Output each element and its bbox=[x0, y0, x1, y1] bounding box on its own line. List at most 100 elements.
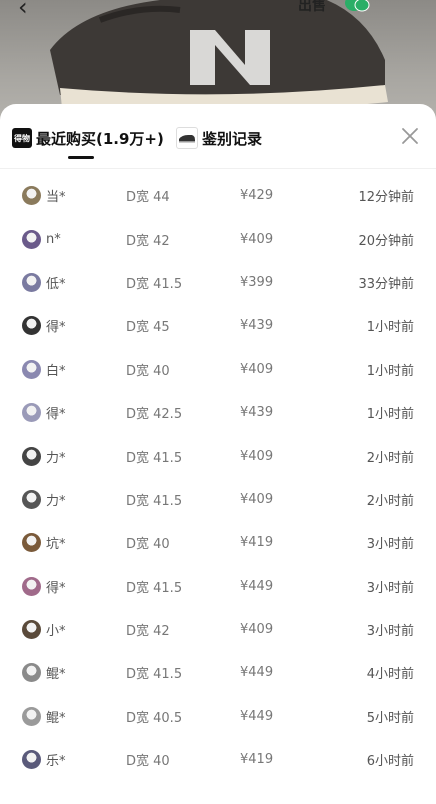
buyer-name: 力* bbox=[46, 493, 66, 509]
avatar bbox=[22, 229, 41, 249]
avatar bbox=[22, 316, 41, 336]
purchase-time: 12分钟前 bbox=[358, 190, 414, 206]
purchase-record-row: 鲲* D宽 40.5 ¥449 5小时前 bbox=[0, 695, 436, 738]
dewu-logo-icon: 得物 bbox=[12, 128, 32, 148]
purchase-time: 6小时前 bbox=[366, 754, 414, 770]
purchase-record-row: 得* D宽 41.5 ¥449 3小时前 bbox=[0, 565, 436, 608]
shoe-size: D宽 40 bbox=[126, 754, 170, 770]
sell-button[interactable]: 出售 bbox=[298, 0, 326, 15]
purchase-time: 2小时前 bbox=[366, 493, 414, 509]
shoe-size: D宽 44 bbox=[126, 190, 170, 206]
sale-price: ¥399 bbox=[240, 274, 274, 290]
more-icon[interactable]: ··· bbox=[398, 0, 422, 10]
avatar bbox=[22, 576, 41, 596]
divider bbox=[0, 168, 436, 169]
shoe-size: D宽 42 bbox=[126, 624, 170, 640]
buyer-name: 得* bbox=[46, 580, 66, 596]
purchase-record-row: 得* D宽 45 ¥439 1小时前 bbox=[0, 304, 436, 347]
buyer-name: 当* bbox=[46, 190, 66, 206]
buyer-name: 鲲* bbox=[46, 667, 66, 683]
chevron-left-icon[interactable]: ‹ bbox=[18, 0, 28, 19]
purchase-time: 20分钟前 bbox=[358, 233, 414, 249]
buyer-name: 得* bbox=[46, 320, 66, 336]
purchase-time: 1小时前 bbox=[366, 320, 414, 336]
sale-price: ¥449 bbox=[240, 578, 274, 594]
sale-price: ¥409 bbox=[240, 361, 274, 377]
purchase-record-row: 当* D宽 44 ¥429 12分钟前 bbox=[0, 174, 436, 217]
avatar bbox=[22, 620, 41, 640]
close-icon[interactable] bbox=[400, 126, 420, 146]
shoe-size: D宽 42.5 bbox=[126, 407, 183, 423]
purchase-record-row: 力* D宽 41.5 ¥409 2小时前 bbox=[0, 478, 436, 521]
sale-price: ¥439 bbox=[240, 318, 274, 334]
sale-price: ¥409 bbox=[240, 491, 274, 507]
purchase-record-row: 坑* D宽 40 ¥419 3小时前 bbox=[0, 521, 436, 564]
tab-label: 最近购买(1.9万+) bbox=[36, 129, 164, 148]
purchase-records-sheet: 得物 最近购买(1.9万+) 鉴别记录 当* D宽 44 ¥429 12分钟前 n* D宽… bbox=[0, 104, 436, 804]
sale-price: ¥449 bbox=[240, 708, 274, 724]
avatar bbox=[22, 663, 41, 683]
sale-price: ¥429 bbox=[240, 188, 274, 204]
tab-recent-purchases[interactable]: 得物 最近购买(1.9万+) bbox=[12, 124, 164, 152]
purchase-record-list: 当* D宽 44 ¥429 12分钟前 n* D宽 42 ¥409 20分钟前低* D宽 41.… bbox=[0, 174, 436, 781]
avatar bbox=[22, 489, 41, 509]
purchase-record-row: 低* D宽 41.5 ¥399 33分钟前 bbox=[0, 261, 436, 304]
purchase-record-row: 得* D宽 42.5 ¥439 1小时前 bbox=[0, 391, 436, 434]
buyer-name: n* bbox=[46, 231, 61, 247]
purchase-time: 1小时前 bbox=[366, 363, 414, 379]
purchase-record-row: n* D宽 42 ¥409 20分钟前 bbox=[0, 217, 436, 260]
purchase-time: 4小时前 bbox=[366, 667, 414, 683]
tab-label: 鉴别记录 bbox=[202, 129, 263, 148]
purchase-time: 1小时前 bbox=[366, 407, 414, 423]
active-tab-indicator bbox=[68, 156, 94, 159]
avatar bbox=[22, 750, 41, 770]
sale-price: ¥439 bbox=[240, 405, 274, 421]
avatar bbox=[22, 446, 41, 466]
purchase-time: 3小时前 bbox=[366, 580, 414, 596]
sneaker-image bbox=[50, 0, 388, 112]
sale-price: ¥419 bbox=[240, 535, 274, 551]
avatar bbox=[22, 186, 41, 206]
tab-bar: 得物 最近购买(1.9万+) 鉴别记录 bbox=[0, 104, 436, 168]
shoe-size: D宽 40 bbox=[126, 363, 170, 379]
purchase-time: 3小时前 bbox=[366, 624, 414, 640]
shoe-size: D宽 41.5 bbox=[126, 276, 183, 292]
shoe-size: D宽 40 bbox=[126, 537, 170, 553]
purchase-record-row: 白* D宽 40 ¥409 1小时前 bbox=[0, 348, 436, 391]
avatar bbox=[22, 533, 41, 553]
shoe-thumbnail-icon bbox=[176, 127, 198, 149]
shoe-size: D宽 45 bbox=[126, 320, 170, 336]
buyer-name: 小* bbox=[46, 624, 66, 640]
avatar bbox=[22, 403, 41, 423]
purchase-record-row: 力* D宽 41.5 ¥409 2小时前 bbox=[0, 434, 436, 477]
purchase-record-row: 鲲* D宽 41.5 ¥449 4小时前 bbox=[0, 651, 436, 694]
shoe-size: D宽 41.5 bbox=[126, 580, 183, 596]
purchase-time: 5小时前 bbox=[366, 710, 414, 726]
sale-price: ¥409 bbox=[240, 448, 274, 464]
purchase-time: 33分钟前 bbox=[358, 276, 414, 292]
purchase-time: 3小时前 bbox=[366, 537, 414, 553]
tab-authentication-records[interactable]: 鉴别记录 bbox=[176, 124, 262, 152]
buyer-name: 鲲* bbox=[46, 710, 66, 726]
purchase-record-row: 小* D宽 42 ¥409 3小时前 bbox=[0, 608, 436, 651]
avatar bbox=[22, 359, 41, 379]
sale-price: ¥409 bbox=[240, 231, 274, 247]
buyer-name: 低* bbox=[46, 276, 66, 292]
shoe-size: D宽 41.5 bbox=[126, 493, 183, 509]
buyer-name: 得* bbox=[46, 407, 66, 423]
sale-price: ¥449 bbox=[240, 665, 274, 681]
shoe-size: D宽 40.5 bbox=[126, 710, 183, 726]
purchase-time: 2小时前 bbox=[366, 450, 414, 466]
sale-price: ¥409 bbox=[240, 622, 274, 638]
shoe-size: D宽 42 bbox=[126, 233, 170, 249]
shoe-size: D宽 41.5 bbox=[126, 450, 183, 466]
avatar bbox=[22, 706, 41, 726]
avatar bbox=[22, 272, 41, 292]
shoe-size: D宽 41.5 bbox=[126, 667, 183, 683]
sale-price: ¥419 bbox=[240, 752, 274, 768]
buyer-name: 坑* bbox=[46, 537, 66, 553]
buyer-name: 白* bbox=[46, 363, 66, 379]
purchase-record-row: 乐* D宽 40 ¥419 6小时前 bbox=[0, 738, 436, 781]
buyer-name: 力* bbox=[46, 450, 66, 466]
wechat-icon[interactable] bbox=[344, 0, 370, 12]
